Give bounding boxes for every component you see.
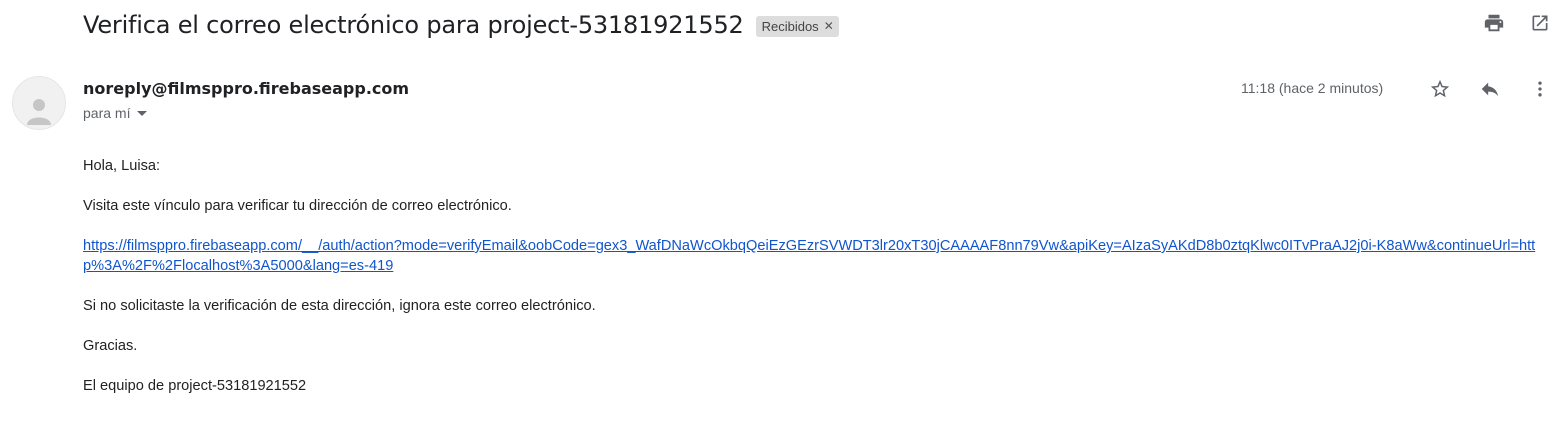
sender-address: noreply@filmsppro.firebaseapp.com xyxy=(83,79,410,98)
message-timestamp: 11:18 (hace 2 minutos) xyxy=(1241,80,1384,96)
star-icon[interactable] xyxy=(1428,77,1452,101)
ignore-note-text: Si no solicitaste la verificación de est… xyxy=(83,298,596,314)
inbox-label-chip[interactable]: Recibidos ✕ xyxy=(755,15,839,37)
email-subject: Verifica el correo electrónico para proj… xyxy=(83,11,744,39)
recipient-label: para mí xyxy=(83,105,131,121)
print-icon[interactable] xyxy=(1482,11,1506,35)
more-vertical-icon[interactable] xyxy=(1528,77,1552,101)
recipient-details-toggle[interactable]: para mí xyxy=(83,105,148,121)
instruction-text: Visita este vínculo para verificar tu di… xyxy=(83,198,512,214)
message-body: Hola, Luisa: Visita este vínculo para ve… xyxy=(83,156,1543,416)
signature-text: El equipo de project-53181921552 xyxy=(83,378,307,394)
default-avatar-icon xyxy=(12,76,66,130)
greeting-text: Hola, Luisa: xyxy=(83,158,161,174)
close-icon[interactable]: ✕ xyxy=(824,19,834,33)
verification-link[interactable]: https://filmsppro.firebaseapp.com/__/aut… xyxy=(83,238,1535,274)
thread-toolbar xyxy=(1482,11,1552,35)
email-subject-row: Verifica el correo electrónico para proj… xyxy=(83,8,839,42)
open-in-new-window-icon[interactable] xyxy=(1528,11,1552,35)
inbox-label-text: Recibidos xyxy=(761,18,819,34)
thanks-text: Gracias. xyxy=(83,338,138,354)
message-actions xyxy=(1428,77,1552,101)
caret-down-icon[interactable] xyxy=(137,111,148,116)
verification-link-paragraph: https://filmsppro.firebaseapp.com/__/aut… xyxy=(83,236,1543,276)
reply-icon[interactable] xyxy=(1478,77,1502,101)
